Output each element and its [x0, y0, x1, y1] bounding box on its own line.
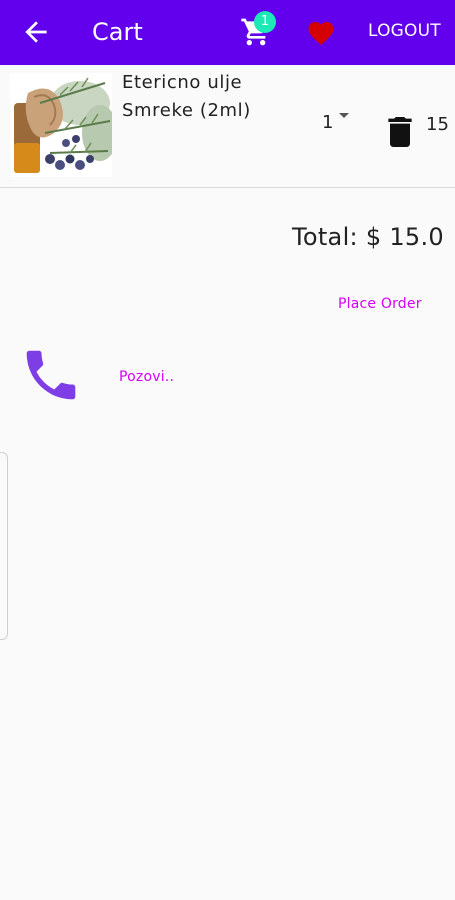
arrow-left-icon	[25, 21, 47, 43]
phone-icon	[26, 350, 76, 400]
product-name: Etericno ulje Smreke (2ml)	[122, 72, 251, 121]
back-button[interactable]	[20, 16, 52, 48]
page-title: Cart	[92, 18, 143, 46]
cart-total: Total: $ 15.0	[291, 223, 444, 251]
item-price: 15	[426, 114, 449, 135]
place-order-button[interactable]: Place Order	[338, 294, 422, 314]
cart-item-row: Etericno ulje Smreke (2ml) 1 15	[0, 65, 455, 188]
cart-count-badge: 1	[254, 11, 276, 33]
logout-button[interactable]: LOGOUT	[368, 20, 441, 42]
juniper-oil-product-image	[10, 73, 112, 177]
side-drawer-edge	[0, 452, 8, 640]
quantity-value: 1	[322, 112, 334, 133]
call-button[interactable]	[24, 348, 78, 402]
trash-icon	[388, 117, 412, 147]
app-bar: Cart 1 LOGOUT	[0, 0, 455, 65]
dropdown-arrow-icon	[339, 113, 349, 118]
quantity-dropdown[interactable]: 1	[322, 111, 349, 135]
heart-icon	[308, 22, 334, 45]
call-label[interactable]: Pozovi..	[119, 367, 174, 387]
delete-item-button[interactable]	[388, 117, 412, 147]
favorites-button[interactable]	[306, 18, 336, 46]
product-image	[10, 73, 112, 177]
